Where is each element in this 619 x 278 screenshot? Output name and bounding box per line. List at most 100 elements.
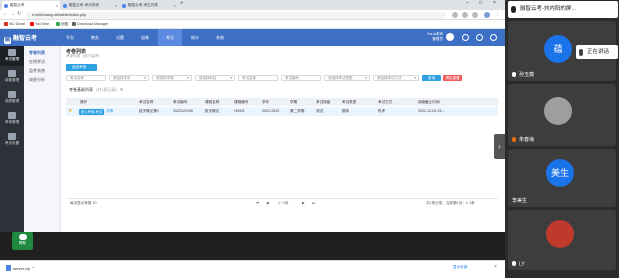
collapse-panel-button[interactable]: › [494, 134, 505, 159]
favicon-icon [122, 3, 126, 8]
column-header: 考试名称 [139, 100, 154, 104]
filter-name-input[interactable]: 考试名称 [238, 75, 278, 81]
power-icon[interactable] [490, 34, 497, 41]
grading-icon [8, 70, 16, 77]
show-all-downloads-link[interactable]: 显示全部 [453, 265, 467, 270]
table-row[interactable]: ★ 进入考场-考试 详情 航天概论第1 2022120106 航天概论 H000… [66, 107, 498, 116]
filter-code-input[interactable]: 考试编号 [281, 75, 321, 81]
maximize-icon[interactable]: □ [479, 0, 482, 6]
nav-item-platform[interactable]: 平台 [58, 29, 82, 46]
table-cell: 2022-2023 [262, 109, 280, 113]
favicon-icon [4, 3, 8, 8]
help-chat-button[interactable]: 帮助 [12, 232, 33, 250]
sidebar-item-settings[interactable]: 考试设置 [0, 130, 24, 150]
forward-icon[interactable]: → [10, 11, 15, 17]
sidebar-item-grading[interactable]: 阅卷管理 [0, 67, 24, 87]
details-link[interactable]: 详情 [106, 107, 113, 116]
brand[interactable]: 融融智云考 [4, 33, 37, 44]
bookmark-item[interactable]: YouTube [30, 21, 49, 28]
bookmark-item[interactable]: MC Gmail [4, 21, 25, 28]
participant-tile[interactable]: 美生 李美生 [508, 149, 616, 207]
close-icon[interactable]: × [115, 1, 117, 10]
close-icon[interactable]: × [56, 1, 58, 10]
return-button[interactable]: 返回考卷 [66, 64, 97, 71]
filter-label: 请选择学年 [113, 76, 131, 80]
filter-term-select[interactable]: 请选择学期 ▾ [152, 75, 192, 81]
message-icon[interactable] [462, 34, 469, 41]
participant-name: 孙玉蕴 [512, 71, 534, 78]
per-page-select[interactable]: 每页显示条数 10 [70, 201, 97, 206]
sidebar-item-exam-manage[interactable]: 考试管理 [0, 46, 24, 66]
next-page-icon[interactable]: ▶ [302, 201, 305, 205]
nav-item-questions[interactable]: 试题 [108, 29, 132, 46]
extension-icon[interactable] [452, 11, 458, 18]
filter-subject-select[interactable]: 请选择科目 ▾ [195, 75, 235, 81]
last-page-icon[interactable]: ⏭ [312, 201, 315, 205]
chevron-down-icon: ▾ [414, 76, 416, 80]
browser-tab[interactable]: 融智云考 × [2, 1, 60, 10]
nav-item-compose[interactable]: 组卷 [133, 29, 157, 46]
brand-logo-icon: 融 [4, 37, 11, 44]
star-icon[interactable]: ★ [68, 107, 72, 116]
participant-tile[interactable]: LY [508, 210, 616, 270]
submenu-item-proctor[interactable]: 监考系统 [29, 68, 45, 74]
submenu-item-analysis[interactable]: 成绩分析 [29, 77, 45, 83]
nav-item-stats[interactable]: 统计 [183, 29, 207, 46]
back-icon[interactable]: ← [3, 11, 8, 17]
settings-icon [8, 133, 16, 140]
new-tab-button[interactable]: + [180, 1, 184, 7]
submenu: 考卷列表 在线考试 监考系统 成绩分析 [24, 46, 61, 232]
filter-exam-name-input[interactable]: 考试名称 [66, 75, 106, 81]
bookmark-item[interactable]: 地图 [56, 21, 68, 28]
download-item[interactable]: server.zip ⌃ [6, 265, 35, 271]
participant-name: 李美生 [512, 198, 528, 204]
avatar[interactable] [446, 33, 454, 41]
reset-button[interactable]: 清除重置 [443, 75, 462, 81]
participant-tile[interactable]: 朱春海 [508, 84, 616, 146]
bookmark-label: Download Manager [77, 22, 109, 26]
browser-tab[interactable]: 融智云考-考试系统 × [61, 1, 119, 10]
prev-page-icon[interactable]: ◀ [266, 201, 269, 205]
bookmark-icon [56, 21, 60, 26]
submenu-item-paper-list[interactable]: 考卷列表 [29, 50, 45, 56]
bookmark-item[interactable]: Download Manager [72, 21, 108, 28]
window-close-icon[interactable]: × [493, 0, 496, 6]
sidebar-item-scores[interactable]: 成绩管理 [0, 88, 24, 108]
pagination: 每页显示条数 10 ⏮ ◀ 1 / 1页 ▶ ⏭ 共1条记录，当前第1页：1-1… [66, 198, 498, 206]
query-button[interactable]: 查询 [422, 75, 441, 81]
chevron-down-icon: ▾ [365, 76, 367, 80]
nav-item-academic[interactable]: 教务 [83, 29, 107, 46]
nav-item-system[interactable]: 系统 [208, 29, 232, 46]
close-icon[interactable]: × [174, 1, 176, 10]
microphone-icon [579, 48, 583, 56]
sidebar-item-label: 考场管理 [4, 120, 20, 124]
first-page-icon[interactable]: ⏮ [256, 201, 259, 205]
page-subtitle: 考卷列表（线下监考） [66, 54, 102, 58]
filter-mode-select[interactable]: 请选择考试方式 ▾ [373, 75, 419, 81]
participant-name-label: 孙玉蕴 [519, 72, 535, 78]
extension-icon[interactable] [472, 11, 478, 18]
settings-icon[interactable] [476, 34, 483, 41]
filter-type-select[interactable]: 请选择考试类型 ▾ [324, 75, 370, 81]
main-content: 考卷列表 考卷列表（线下监考） 返回考卷 考试名称 请选择学年 ▾ 请选择学期 ▾ … [61, 46, 505, 232]
filter-year-select[interactable]: 请选择学年 ▾ [109, 75, 149, 81]
refresh-icon[interactable]: ↻ [120, 87, 123, 92]
menu-icon[interactable]: ⋮ [495, 11, 500, 17]
submenu-item-online-exam[interactable]: 在线考试 [29, 59, 45, 65]
profile-icon[interactable] [484, 11, 490, 18]
sidebar: 考试管理 阅卷管理 成绩管理 考场管理 考试设置 [0, 46, 24, 232]
bookmark-icon [30, 21, 34, 26]
column-header: 学年 [262, 100, 270, 104]
nav-item-exam[interactable]: 考试 [158, 29, 182, 46]
close-icon[interactable]: × [494, 264, 497, 270]
shared-screen-title[interactable]: 融智云考-刘内阳的屏... [508, 1, 618, 18]
tab-label: 融智云考-考试系统 [69, 3, 99, 7]
sidebar-item-rooms[interactable]: 考场管理 [0, 109, 24, 129]
url-input[interactable]: e.rzhichuang.net/admin/index.php [26, 11, 446, 19]
minimize-icon[interactable]: – [466, 0, 469, 6]
reload-icon[interactable]: ↻ [17, 11, 21, 17]
extension-icon[interactable] [462, 11, 468, 18]
chevron-down-icon: ▾ [230, 76, 232, 80]
browser-tab[interactable]: 融智云考-考生列表 × [120, 1, 178, 10]
enter-exam-button[interactable]: 进入考场-考试 [79, 108, 104, 115]
